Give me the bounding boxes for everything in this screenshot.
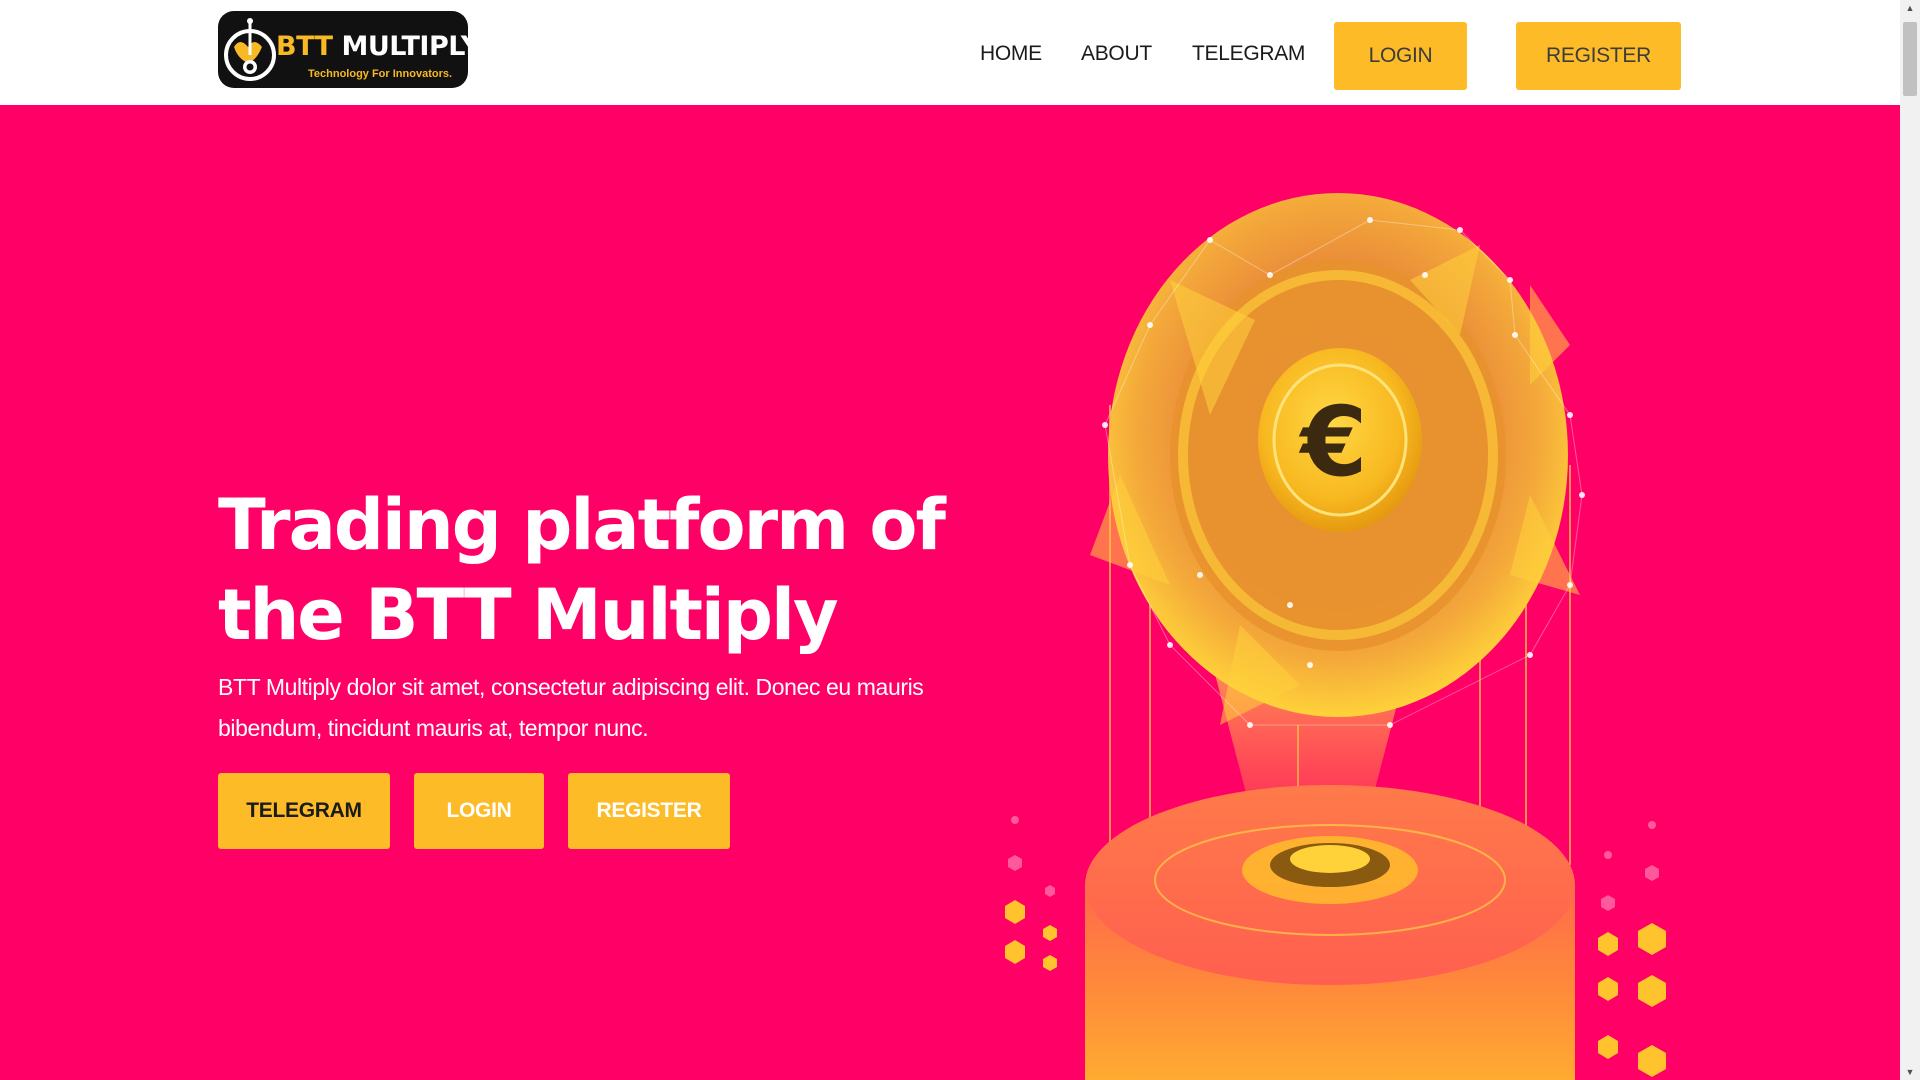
scroll-down-arrow-icon[interactable]: ▼	[1900, 1064, 1920, 1080]
hero-telegram-button[interactable]: TELEGRAM	[218, 773, 390, 849]
nav-telegram-link[interactable]: TELEGRAM	[1192, 42, 1305, 66]
logo-title: BTT MULTIPLY	[276, 31, 468, 62]
hero-description: BTT Multiply dolor sit amet, consectetur…	[218, 674, 924, 741]
nav-home-link[interactable]: HOME	[980, 42, 1042, 66]
hero-register-button[interactable]: REGISTER	[568, 773, 730, 849]
scrollbar-thumb[interactable]	[1903, 22, 1917, 96]
nav-about-link[interactable]: ABOUT	[1081, 42, 1152, 66]
nav-login-button[interactable]: LOGIN	[1334, 22, 1467, 90]
logo-tagline: Technology For Innovators.	[308, 68, 453, 80]
logo-mark-icon	[224, 18, 276, 81]
nav-register-button[interactable]: REGISTER	[1516, 22, 1681, 90]
hero-section: € Trading platform of the BTT Multiply B…	[0, 105, 1900, 1080]
hero-title: Trading platform of the BTT Multiply	[218, 484, 946, 656]
site-header: BTT MULTIPLY Technology For Innovators. …	[0, 0, 1900, 105]
page-scrollbar[interactable]: ▲ ▼	[1900, 0, 1920, 1080]
coin-euro-icon: €	[1299, 386, 1368, 498]
coin-hologram-illustration: €	[1005, 193, 1666, 1080]
site-logo[interactable]: BTT MULTIPLY Technology For Innovators.	[218, 11, 468, 88]
scroll-up-arrow-icon[interactable]: ▲	[1900, 0, 1920, 16]
hero-login-button[interactable]: LOGIN	[414, 773, 544, 849]
